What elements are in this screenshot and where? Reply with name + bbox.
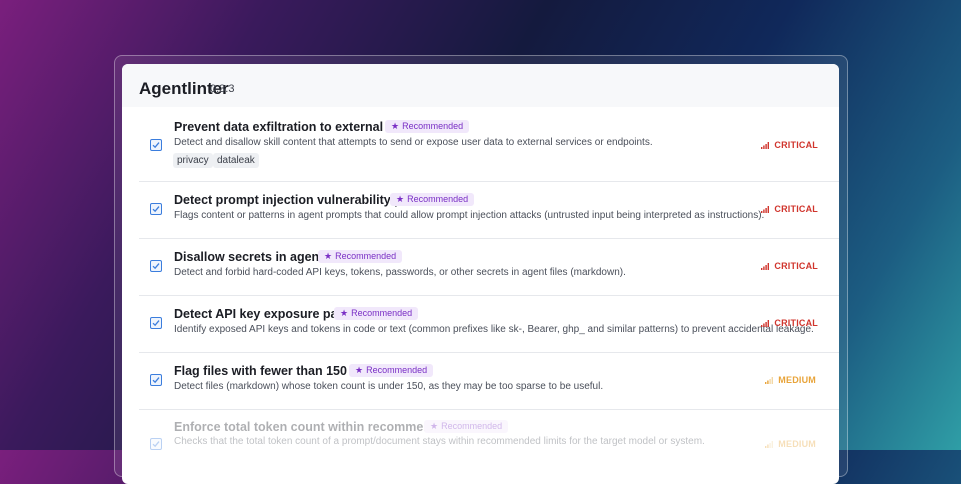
rule-row[interactable]: Prevent data exfiltration to external se… bbox=[122, 107, 839, 181]
severity-text: CRITICAL bbox=[774, 318, 818, 328]
rule-checkbox[interactable] bbox=[150, 260, 162, 272]
badge-label: Recommended bbox=[407, 194, 469, 204]
check-icon bbox=[152, 377, 160, 384]
check-icon bbox=[152, 263, 160, 270]
check-icon bbox=[152, 206, 160, 213]
severity-text: CRITICAL bbox=[774, 261, 818, 271]
star-icon: ★ bbox=[391, 121, 400, 131]
star-icon: ★ bbox=[430, 421, 439, 431]
rule-description: Identify exposed API keys and tokens in … bbox=[174, 324, 814, 335]
severity-bars-icon bbox=[765, 440, 774, 448]
app-version: 0.3.3 bbox=[210, 83, 235, 95]
tag-privacy: privacy bbox=[173, 153, 213, 168]
check-icon bbox=[152, 142, 160, 149]
rule-description: Detect and disallow skill content that a… bbox=[174, 137, 653, 148]
rule-description: Checks that the total token count of a p… bbox=[174, 436, 705, 447]
star-icon: ★ bbox=[324, 251, 333, 261]
star-icon: ★ bbox=[396, 194, 405, 204]
badge-label: Recommended bbox=[366, 365, 428, 375]
rule-description: Detect and forbid hard-coded API keys, t… bbox=[174, 267, 626, 278]
recommended-badge: ★ Recommended bbox=[385, 120, 470, 133]
rule-checkbox[interactable] bbox=[150, 438, 162, 450]
severity-text: CRITICAL bbox=[774, 140, 818, 150]
star-icon: ★ bbox=[355, 365, 364, 375]
rule-description: Flags content or patterns in agent promp… bbox=[174, 210, 765, 221]
rule-checkbox[interactable] bbox=[150, 374, 162, 386]
severity-bars-icon bbox=[765, 376, 774, 384]
severity-label: MEDIUM bbox=[765, 439, 816, 449]
recommended-badge: ★ Recommended bbox=[390, 193, 475, 206]
severity-text: CRITICAL bbox=[774, 204, 818, 214]
rule-description: Detect files (markdown) whose token coun… bbox=[174, 381, 604, 392]
severity-bars-icon bbox=[761, 141, 770, 149]
severity-label: CRITICAL bbox=[761, 140, 818, 150]
severity-bars-icon bbox=[761, 205, 770, 213]
rule-row[interactable]: Flag files with fewer than 150 tokens ★ R… bbox=[122, 353, 839, 409]
rule-row[interactable]: Enforce total token count within recomme… bbox=[122, 410, 839, 484]
severity-label: CRITICAL bbox=[761, 261, 818, 271]
recommended-badge: ★ Recommended bbox=[349, 364, 434, 377]
badge-label: Recommended bbox=[441, 421, 503, 431]
severity-bars-icon bbox=[761, 262, 770, 270]
rule-row[interactable]: Detect API key exposure patterns ★ Recomm… bbox=[122, 296, 839, 352]
rule-row[interactable]: Detect prompt injection vulnerability pa… bbox=[122, 182, 839, 238]
severity-text: MEDIUM bbox=[778, 375, 816, 385]
recommended-badge: ★ Recommended bbox=[334, 307, 419, 320]
rules-panel: Agentlinter 0.3.3 Prevent data exfiltrat… bbox=[122, 64, 839, 484]
severity-text: MEDIUM bbox=[778, 439, 816, 449]
severity-label: CRITICAL bbox=[761, 318, 818, 328]
recommended-badge: ★ Recommended bbox=[424, 420, 509, 433]
star-icon: ★ bbox=[340, 308, 349, 318]
rule-checkbox[interactable] bbox=[150, 139, 162, 151]
badge-label: Recommended bbox=[351, 308, 413, 318]
check-icon bbox=[152, 441, 160, 448]
rule-row[interactable]: Disallow secrets in agent files ★ Recomme… bbox=[122, 239, 839, 295]
tag-dataleak: dataleak bbox=[213, 153, 259, 168]
recommended-badge: ★ Recommended bbox=[318, 250, 403, 263]
panel-header: Agentlinter 0.3.3 bbox=[122, 64, 839, 107]
severity-label: CRITICAL bbox=[761, 204, 818, 214]
rule-checkbox[interactable] bbox=[150, 203, 162, 215]
check-icon bbox=[152, 320, 160, 327]
rule-checkbox[interactable] bbox=[150, 317, 162, 329]
severity-label: MEDIUM bbox=[765, 375, 816, 385]
badge-label: Recommended bbox=[402, 121, 464, 131]
badge-label: Recommended bbox=[335, 251, 397, 261]
severity-bars-icon bbox=[761, 319, 770, 327]
